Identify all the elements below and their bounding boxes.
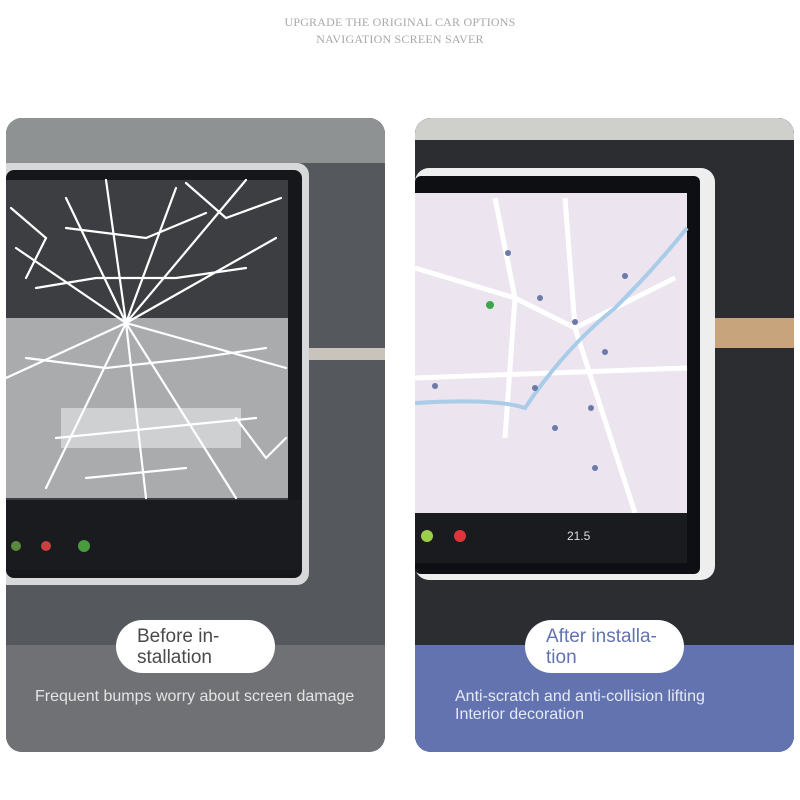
label-line-2: stallation xyxy=(137,647,212,668)
header-line-1: UPGRADE THE ORIGINAL CAR OPTIONS xyxy=(284,15,516,29)
after-description: Anti-scratch and anti-collision lifting … xyxy=(455,688,785,724)
cracked-screen-photo xyxy=(6,118,385,645)
label-line-2: tion xyxy=(546,647,577,668)
page-header: UPGRADE THE ORIGINAL CAR OPTIONS NAVIGAT… xyxy=(0,14,800,48)
before-installation-label: Before in- stallation xyxy=(116,620,275,673)
protected-screen-photo xyxy=(415,118,794,645)
header-line-2: NAVIGATION SCREEN SAVER xyxy=(316,32,484,46)
after-installation-card: 21.5 After installa- tion Anti-scratch a… xyxy=(415,118,794,752)
description-line-2: Interior decoration xyxy=(455,706,584,723)
label-line-1: Before in- xyxy=(137,626,220,647)
before-description: Frequent bumps worry about screen damage xyxy=(35,688,355,705)
label-line-1: After installa- xyxy=(546,626,657,647)
description-line-1: Anti-scratch and anti-collision lifting xyxy=(455,688,705,705)
after-installation-label: After installa- tion xyxy=(525,620,684,673)
before-installation-card: Before in- stallation Frequent bumps wor… xyxy=(6,118,385,752)
temperature-readout: 21.5 xyxy=(567,529,591,543)
